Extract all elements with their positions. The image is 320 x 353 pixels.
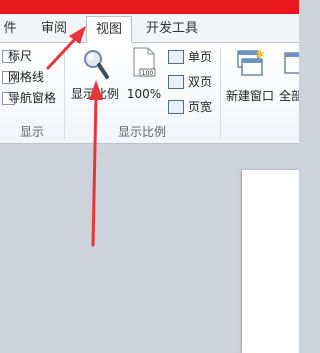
annotation-arrows	[46, 26, 103, 247]
arrow-to-view-tab	[46, 26, 86, 70]
arrow-to-zoom-button	[89, 80, 103, 247]
